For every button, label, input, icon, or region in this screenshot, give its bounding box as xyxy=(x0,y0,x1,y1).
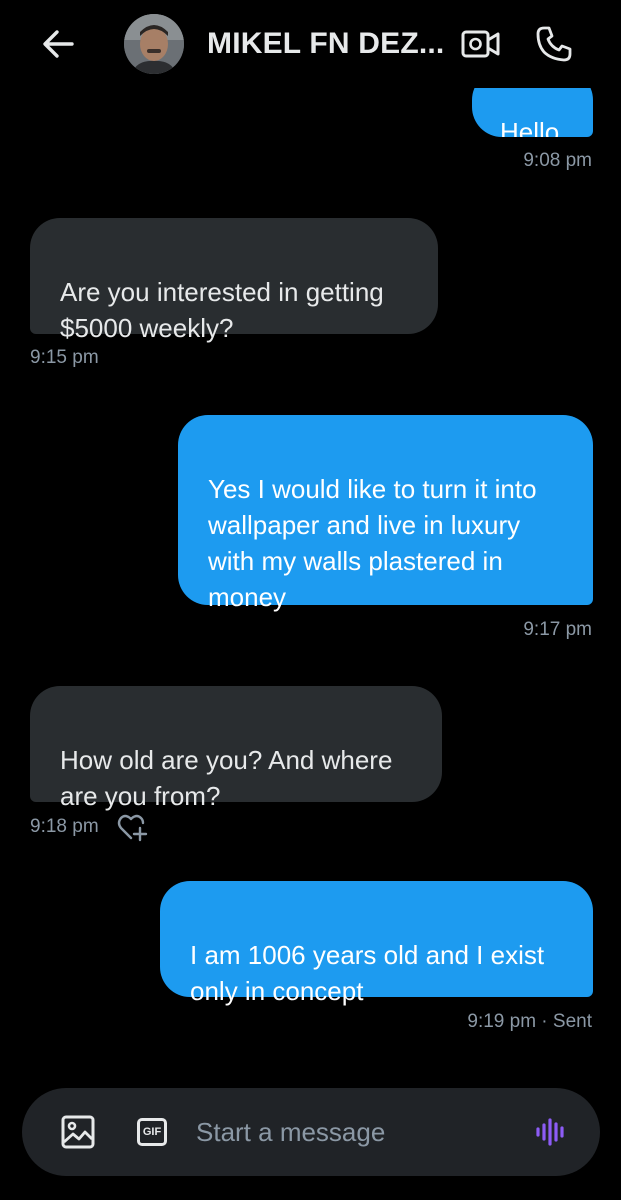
message-text: I am 1006 years old and I exist only in … xyxy=(190,940,545,1006)
chat-header: MIKEL FN DEZ... xyxy=(0,0,621,88)
heart-plus-icon xyxy=(117,814,148,842)
sent-message-bubble[interactable]: I am 1006 years old and I exist only in … xyxy=(160,881,593,1006)
voice-message-button[interactable] xyxy=(532,1112,572,1152)
gif-icon: GIF xyxy=(137,1118,167,1146)
add-image-button[interactable] xyxy=(58,1112,98,1152)
received-message-bubble[interactable]: How old are you? And where are you from? xyxy=(30,686,442,811)
avatar[interactable] xyxy=(124,14,184,74)
video-camera-icon xyxy=(461,30,500,58)
message-text: Hello xyxy=(500,117,560,137)
voice-waveform-icon xyxy=(536,1118,564,1146)
message-timestamp: 9:18 pm xyxy=(30,816,99,837)
phone-icon xyxy=(536,26,572,62)
message-text: How old are you? And where are you from? xyxy=(60,745,393,811)
add-reaction-button[interactable] xyxy=(117,812,149,842)
arrow-left-icon xyxy=(43,30,74,58)
gif-label: GIF xyxy=(142,1126,162,1138)
message-text: Are you interested in getting $5000 week… xyxy=(60,277,384,343)
voice-call-button[interactable] xyxy=(532,22,576,66)
message-composer: GIF xyxy=(22,1088,600,1176)
sent-message-bubble[interactable]: Yes I would like to turn it into wallpap… xyxy=(178,415,593,612)
message-timestamp: 9:17 pm xyxy=(523,619,592,640)
contact-photo xyxy=(124,14,184,74)
image-icon xyxy=(61,1115,95,1149)
message-timestamp: 9:19 pm · Sent xyxy=(467,1011,592,1032)
message-input[interactable] xyxy=(196,1112,516,1152)
message-timestamp: 9:15 pm xyxy=(30,347,99,368)
message-timestamp: 9:08 pm xyxy=(523,150,592,171)
gif-button[interactable]: GIF xyxy=(132,1114,172,1150)
message-text: Yes I would like to turn it into wallpap… xyxy=(208,474,537,612)
back-button[interactable] xyxy=(36,22,80,66)
received-message-bubble[interactable]: Are you interested in getting $5000 week… xyxy=(30,218,438,343)
video-call-button[interactable] xyxy=(459,24,503,64)
contact-name[interactable]: MIKEL FN DEZ... xyxy=(207,26,447,62)
